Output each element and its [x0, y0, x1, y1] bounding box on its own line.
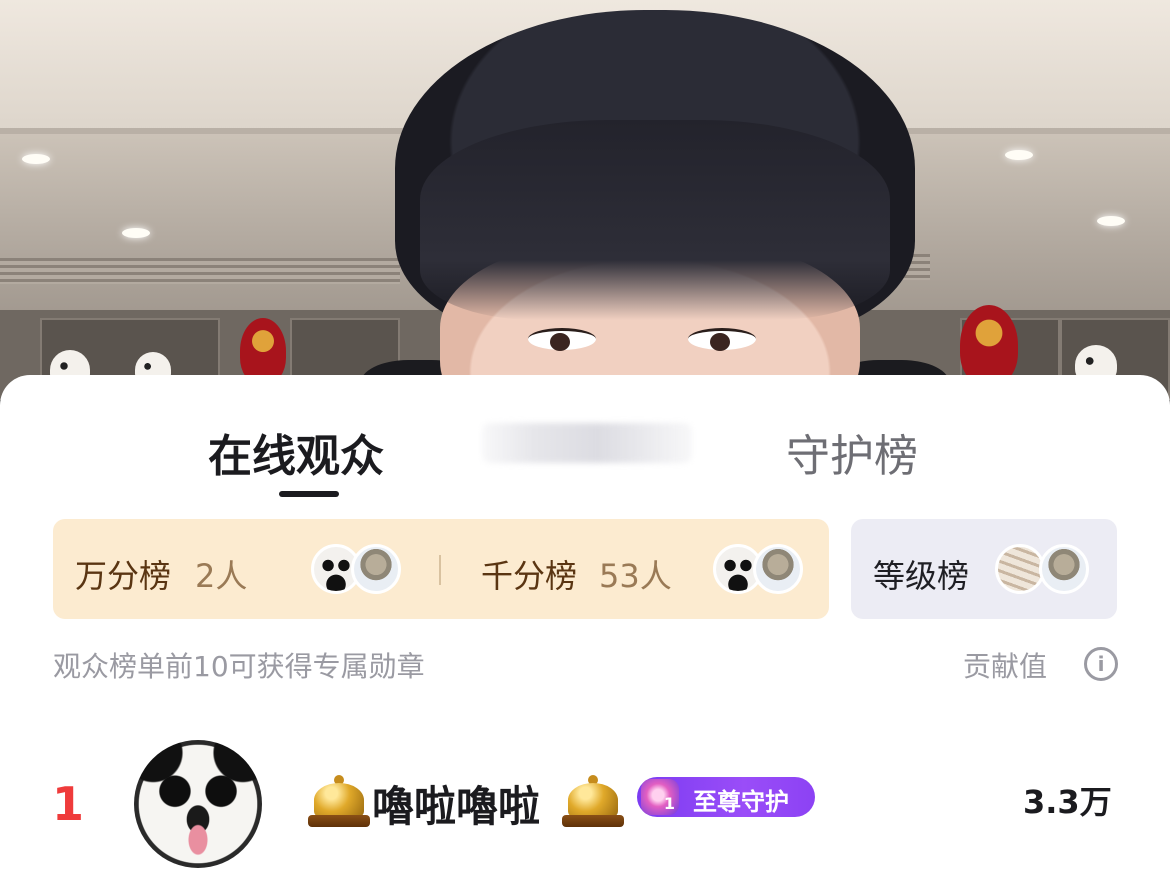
- streamer-eye: [688, 328, 756, 351]
- streamer-bangs: [420, 120, 890, 320]
- wan-ranking-label[interactable]: 万分榜: [75, 551, 171, 597]
- level-ranking-label: 等级榜: [873, 557, 970, 595]
- live-video-background: [0, 0, 1170, 400]
- viewer-name: 嚕啦嚕啦: [372, 782, 541, 831]
- supreme-guard-badge: 1 至尊守护: [637, 777, 815, 817]
- wan-ranking-count: 2人: [195, 557, 248, 595]
- tab-bar: 在线观众 守护榜: [0, 375, 1170, 510]
- viewer-score: 3.3万: [1023, 783, 1112, 821]
- tab-blurred[interactable]: [482, 423, 692, 463]
- contribution-label: 贡献值: [963, 650, 1048, 683]
- audience-panel: 在线观众 守护榜 万分榜 2人 千分榜 53人 等级榜 观众榜单前10可获得专属…: [0, 375, 1170, 883]
- ceiling-light: [1097, 216, 1125, 226]
- service-bell-icon: [308, 775, 370, 831]
- badge-label: 至尊守护: [693, 788, 789, 816]
- viewer-rank: 1: [52, 777, 85, 831]
- ceiling-light: [122, 228, 150, 238]
- service-bell-icon: [562, 775, 624, 831]
- guard-gem-icon: 1: [641, 779, 679, 815]
- streamer-eye: [528, 328, 596, 351]
- info-icon[interactable]: i: [1084, 647, 1118, 681]
- level-ranking-card[interactable]: 等级榜: [851, 519, 1117, 619]
- score-ranking-card: 万分榜 2人 千分榜 53人: [53, 519, 829, 619]
- ranking-hint: 观众榜单前10可获得专属勋章: [53, 650, 425, 683]
- calligraphy-avatar: [995, 544, 1045, 594]
- hat-avatar: [1039, 544, 1089, 594]
- viewer-row[interactable]: 1 嚕啦嚕啦 1 至尊守护 3.3万: [0, 735, 1170, 875]
- tab-online-viewers[interactable]: 在线观众: [208, 420, 384, 484]
- ceiling-light: [22, 154, 50, 164]
- air-vent: [0, 258, 400, 284]
- qian-ranking-label[interactable]: 千分榜: [481, 551, 577, 597]
- hat-avatar: [753, 544, 803, 594]
- ceiling-light: [1005, 150, 1033, 160]
- panda-avatar[interactable]: [134, 740, 262, 868]
- qian-ranking-count: 53人: [599, 557, 672, 595]
- iron-man-figure: [960, 305, 1018, 385]
- active-tab-indicator: [279, 491, 339, 497]
- hat-avatar: [351, 544, 401, 594]
- tab-guard-ranking[interactable]: 守护榜: [786, 420, 918, 484]
- divider: [439, 555, 441, 585]
